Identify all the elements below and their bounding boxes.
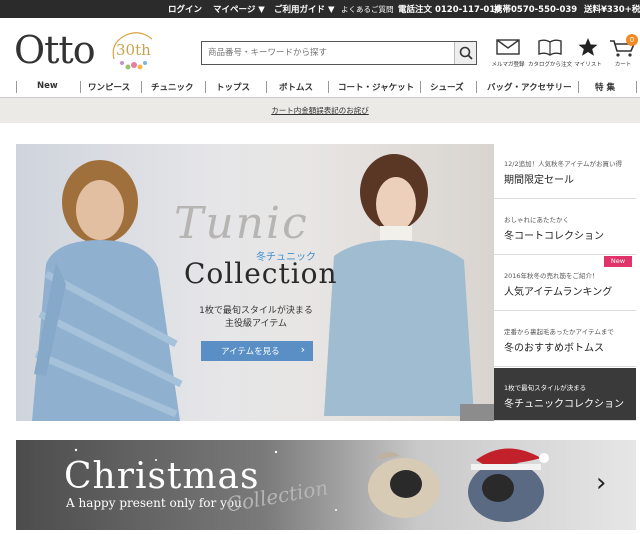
otto-logo[interactable]: Otto xyxy=(14,28,96,72)
nav-item-special[interactable]: 特 集 xyxy=(595,81,615,93)
side-item-tunic[interactable]: 1枚で最旬スタイルが決まる 冬チュニックコレクション xyxy=(494,368,636,421)
nav-divider xyxy=(328,81,329,93)
mail-icon xyxy=(496,39,520,55)
hero-banner[interactable]: Tunic 冬チュニック Collection 1枚で最旬スタイルが決まる 主役… xyxy=(16,144,494,421)
hero-script-title: Tunic xyxy=(174,198,309,249)
nav-divider xyxy=(636,81,637,93)
search-input[interactable] xyxy=(202,42,456,64)
side-item-subtitle: 2016年秋冬の売れ筋をご紹介！ xyxy=(504,272,599,280)
nav-divider xyxy=(80,81,81,93)
side-item-subtitle: 1枚で最旬スタイルが決まる xyxy=(504,384,587,392)
nav-divider xyxy=(266,81,267,93)
cart-count-badge: 0 xyxy=(626,34,638,46)
hero-main-title: Collection xyxy=(184,257,338,290)
new-badge: New xyxy=(604,256,632,267)
mobile-order: 携帯0570-550-039 xyxy=(494,5,578,15)
nav-divider xyxy=(16,81,17,93)
nav-item-coat-jacket[interactable]: コート・ジャケット xyxy=(338,81,414,93)
side-item-title: 冬チュニックコレクション xyxy=(504,399,624,410)
nav-divider xyxy=(141,81,142,93)
side-item-subtitle: おしゃれにあたたかく xyxy=(504,216,569,224)
catalog-icon xyxy=(538,39,562,56)
christmas-banner[interactable]: Christmas A happy present only for you C… xyxy=(16,440,636,530)
side-item-title: 冬コートコレクション xyxy=(504,231,604,242)
christmas-subtitle: A happy present only for you xyxy=(66,496,242,510)
nav-item-bottoms[interactable]: ボトムス xyxy=(279,81,313,93)
top-utility-bar: ログイン マイページ ▼ ご利用ガイド ▼ よくあるご質問 電話注文 0120-… xyxy=(0,0,640,18)
anniversary-badge: 30th xyxy=(108,29,158,73)
side-item-subtitle: 12/2追加！人気秋冬アイテムがお買い得 xyxy=(504,160,622,168)
nav-item-bag-accessory[interactable]: バッグ・アクセサリー xyxy=(487,81,572,93)
mypage-menu[interactable]: マイページ ▼ xyxy=(213,3,265,15)
nav-item-new[interactable]: New xyxy=(37,81,58,91)
side-item-title: 人気アイテムランキング xyxy=(504,287,613,298)
chevron-right-icon[interactable]: › xyxy=(596,468,606,498)
hero-description-2: 主役級アイテム xyxy=(224,319,288,329)
view-items-label: アイテムを見る xyxy=(221,347,280,357)
category-nav: New ワンピース チュニック トップス ボトムス コート・ジャケット シューズ… xyxy=(0,76,640,98)
nav-item-tops[interactable]: トップス xyxy=(216,81,250,93)
nav-divider xyxy=(578,81,579,93)
nav-item-tunic[interactable]: チュニック xyxy=(151,81,194,93)
search-box xyxy=(201,41,477,65)
nav-divider xyxy=(476,81,477,93)
cart-label: カート xyxy=(614,62,632,68)
search-icon xyxy=(459,46,473,60)
svg-text:30th: 30th xyxy=(116,41,151,59)
login-link[interactable]: ログイン xyxy=(168,3,202,15)
side-item-subtitle: 定番から裏起毛あったかアイテムまで xyxy=(504,328,614,336)
phone-order: 電話注文 0120-117-010 xyxy=(398,5,502,15)
notice-link[interactable]: カート内金額誤表記のお詫び xyxy=(0,105,640,116)
chevron-right-icon: › xyxy=(300,343,305,356)
side-item-coat[interactable]: おしゃれにあたたかく 冬コートコレクション xyxy=(494,200,636,255)
side-item-ranking[interactable]: New 2016年秋冬の売れ筋をご紹介！ 人気アイテムランキング xyxy=(494,256,636,311)
nav-item-onepiece[interactable]: ワンピース xyxy=(88,81,130,93)
side-item-title: 期間限定セール xyxy=(504,175,574,186)
side-item-bottoms[interactable]: 定番から裏起毛あったかアイテムまで 冬のおすすめボトムス xyxy=(494,312,636,367)
faq-link[interactable]: よくあるご質問 xyxy=(341,4,394,15)
guide-menu[interactable]: ご利用ガイド ▼ xyxy=(274,3,335,15)
star-icon xyxy=(578,38,598,56)
view-items-button[interactable]: アイテムを見る › xyxy=(201,341,313,361)
side-item-title: 冬のおすすめボトムス xyxy=(504,343,604,354)
notice-strip: カート内金額誤表記のお詫び xyxy=(0,98,640,123)
nav-item-shoes[interactable]: シューズ xyxy=(430,81,464,93)
nav-divider xyxy=(420,81,421,93)
search-button[interactable] xyxy=(454,42,476,64)
shipping-fee: 送料¥330+税 xyxy=(584,5,640,15)
nav-divider xyxy=(205,81,206,93)
hero-description: 1枚で最旬スタイルが決まる xyxy=(199,306,313,316)
christmas-title: Christmas xyxy=(64,456,260,497)
side-item-sale[interactable]: 12/2追加！人気秋冬アイテムがお買い得 期間限定セール xyxy=(494,144,636,199)
